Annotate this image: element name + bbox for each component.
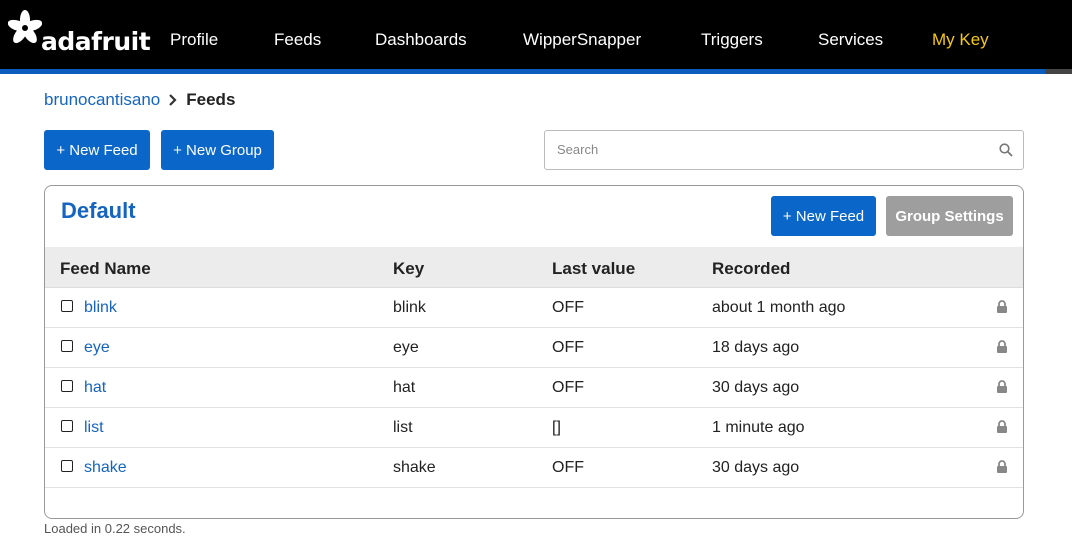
feed-key: blink [393, 299, 426, 316]
feed-key: hat [393, 379, 416, 396]
lock-icon[interactable] [996, 340, 1008, 354]
column-feed-name: Feed Name [60, 259, 151, 278]
nav-accent-stripe-end [1045, 69, 1072, 74]
breadcrumb-user-link[interactable]: brunocantisano [44, 90, 160, 110]
nav-triggers[interactable]: Triggers [701, 30, 763, 50]
feed-recorded: 30 days ago [712, 459, 800, 476]
top-navbar: adafruit Profile Feeds Dashboards Wipper… [0, 0, 1072, 74]
feed-group-panel: Default + New Feed Group Settings Feed N… [44, 185, 1024, 519]
nav-profile[interactable]: Profile [170, 30, 218, 50]
nav-services[interactable]: Services [818, 30, 883, 50]
breadcrumb: brunocantisano Feeds [44, 90, 235, 110]
lock-icon[interactable] [996, 300, 1008, 314]
nav-dashboards[interactable]: Dashboards [375, 30, 467, 50]
feed-name-link[interactable]: blink [84, 299, 117, 317]
table-row: shake shake OFF 30 days ago [45, 448, 1023, 488]
column-key: Key [393, 259, 425, 278]
feed-name-link[interactable]: eye [84, 339, 110, 357]
new-group-button[interactable]: + New Group [161, 130, 274, 170]
adafruit-star-logo-icon [8, 10, 42, 44]
row-checkbox[interactable] [61, 380, 73, 392]
new-feed-button[interactable]: + New Feed [44, 130, 150, 170]
feed-key: eye [393, 339, 419, 356]
search-input[interactable] [557, 142, 987, 157]
feed-recorded: 30 days ago [712, 379, 800, 396]
nav-my-key[interactable]: My Key [932, 30, 989, 50]
table-row: hat hat OFF 30 days ago [45, 368, 1023, 408]
nav-feeds[interactable]: Feeds [274, 30, 321, 50]
adafruit-logo[interactable]: adafruit [8, 10, 151, 56]
logo-text: adafruit [41, 27, 151, 56]
lock-icon[interactable] [996, 380, 1008, 394]
feed-recorded: 1 minute ago [712, 419, 805, 436]
group-new-feed-button[interactable]: + New Feed [771, 196, 876, 236]
feed-name-link[interactable]: shake [84, 459, 127, 477]
load-time-footer: Loaded in 0.22 seconds. [44, 521, 186, 536]
lock-icon[interactable] [996, 420, 1008, 434]
feed-recorded: about 1 month ago [712, 299, 846, 316]
row-checkbox[interactable] [61, 340, 73, 352]
chevron-right-icon [169, 94, 177, 106]
group-title: Default [61, 198, 136, 223]
feed-last-value: [] [552, 419, 561, 436]
row-checkbox[interactable] [61, 420, 73, 432]
column-recorded: Recorded [712, 259, 791, 278]
nav-wippersnapper[interactable]: WipperSnapper [523, 30, 641, 50]
table-row: eye eye OFF 18 days ago [45, 328, 1023, 368]
search-icon[interactable] [999, 143, 1013, 157]
column-last-value: Last value [552, 259, 636, 278]
table-row: blink blink OFF about 1 month ago [45, 288, 1023, 328]
feed-last-value: OFF [552, 299, 584, 316]
nav-accent-stripe [0, 69, 1045, 74]
row-checkbox[interactable] [61, 460, 73, 472]
search-box [544, 130, 1024, 170]
feed-last-value: OFF [552, 379, 584, 396]
feed-name-link[interactable]: list [84, 419, 104, 437]
feed-key: shake [393, 459, 436, 476]
feed-last-value: OFF [552, 339, 584, 356]
table-row: list list [] 1 minute ago [45, 408, 1023, 448]
feed-recorded: 18 days ago [712, 339, 800, 356]
lock-icon[interactable] [996, 460, 1008, 474]
group-settings-button[interactable]: Group Settings [886, 196, 1013, 236]
feed-key: list [393, 419, 413, 436]
row-checkbox[interactable] [61, 300, 73, 312]
feed-last-value: OFF [552, 459, 584, 476]
breadcrumb-current: Feeds [186, 90, 236, 109]
feed-name-link[interactable]: hat [84, 379, 106, 397]
table-header: Feed Name Key Last value Recorded [45, 247, 1023, 288]
